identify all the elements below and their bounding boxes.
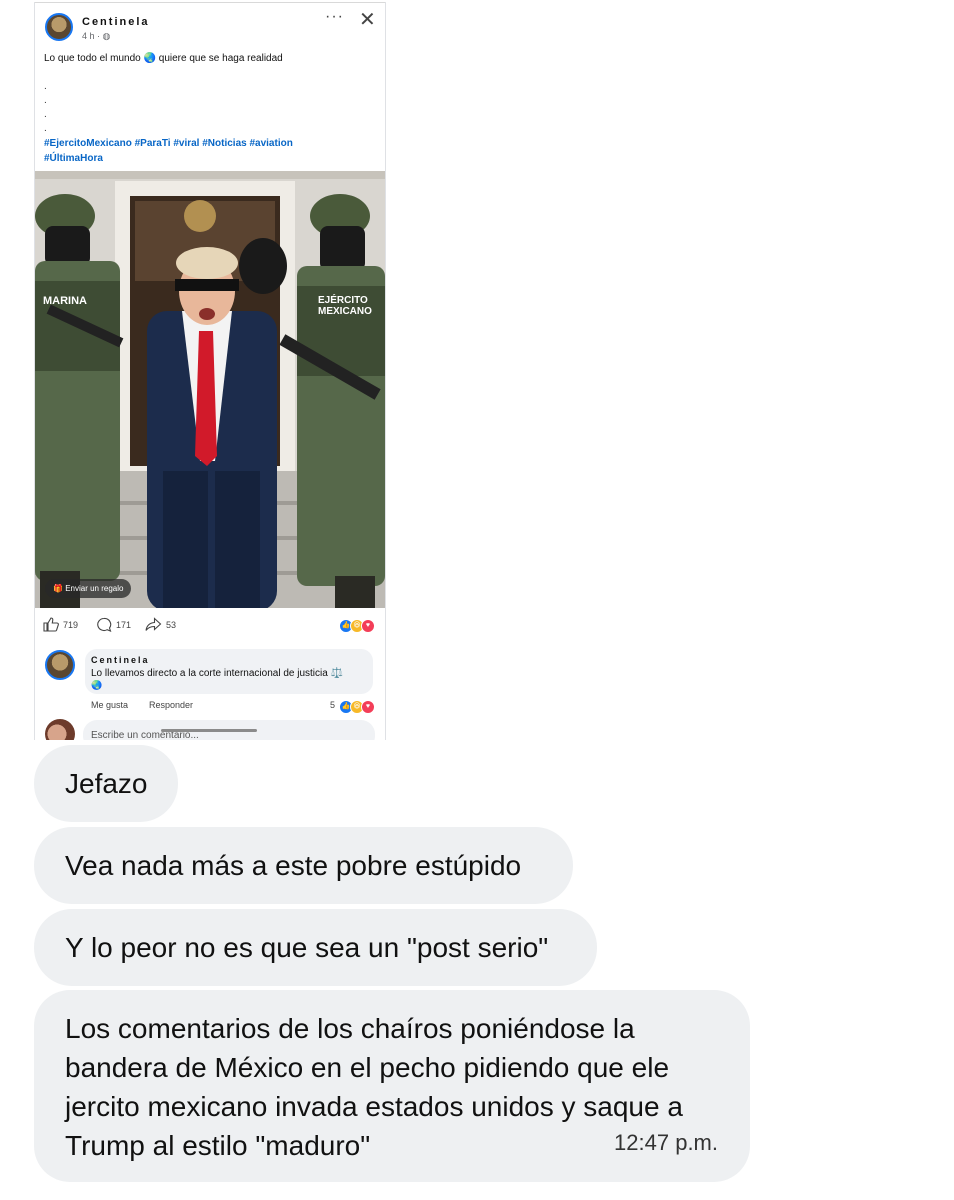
- message-text: Vea nada más a este pobre estúpido: [65, 850, 522, 881]
- comment-author-avatar[interactable]: [45, 650, 75, 680]
- like-count: 719: [63, 619, 79, 630]
- love-reaction-icon: ♥: [361, 619, 375, 633]
- earth-globe-emoji: 🌏: [91, 680, 103, 690]
- comment-action[interactable]: 171: [96, 617, 131, 633]
- love-reaction-icon: ♥: [361, 700, 375, 714]
- like-action[interactable]: 719: [43, 617, 78, 632]
- marina-patch: MARINA: [43, 295, 87, 307]
- hashtags-line-1[interactable]: #EjercitoMexicano #ParaTi #viral #Notici…: [44, 136, 364, 151]
- author-avatar[interactable]: [45, 13, 73, 41]
- current-user-avatar: [45, 719, 75, 740]
- comment-like-button[interactable]: Me gusta: [91, 700, 128, 710]
- more-options-icon[interactable]: ···: [325, 8, 344, 26]
- post-actions-bar: 719 171 53 👍 😆 ♥: [43, 617, 377, 635]
- comment-reactions[interactable]: 👍 😆 ♥: [339, 700, 375, 714]
- message-text: Jefazo: [65, 768, 148, 799]
- comment-bubble: Centinela Lo llevamos directo a la corte…: [85, 649, 373, 694]
- thumbs-up-icon: [43, 617, 59, 632]
- gift-icon: 🎁: [53, 584, 63, 593]
- message-timestamp: 12:47 p.m.: [614, 1130, 718, 1155]
- comment-count: 171: [116, 620, 132, 630]
- message-bubble[interactable]: Vea nada más a este pobre estúpido: [34, 827, 573, 904]
- hashtags-line-2[interactable]: #ÚltimaHora: [44, 151, 364, 166]
- post-time: 4 h · ◍: [82, 31, 111, 41]
- comment-author-name[interactable]: Centinela: [91, 655, 150, 665]
- message-bubble[interactable]: Jefazo: [34, 745, 178, 822]
- post-dots: . . . .: [44, 81, 47, 134]
- facebook-post-screenshot: Centinela 4 h · ◍ ··· ✕ Lo que todo el m…: [34, 2, 386, 740]
- comment-reaction-count: 5: [329, 700, 335, 710]
- reaction-summary[interactable]: 👍 😆 ♥: [339, 619, 375, 633]
- comment-text: Lo llevamos directo a la corte internaci…: [91, 668, 344, 679]
- share-action[interactable]: 53: [145, 617, 176, 632]
- message-bubble[interactable]: Los comentarios de los chaíros poniéndos…: [34, 990, 750, 1182]
- message-bubble[interactable]: Y lo peor no es que sea un "post serio": [34, 909, 597, 986]
- send-gift-button[interactable]: 🎁 Enviar un regalo: [45, 579, 132, 598]
- message-text: Y lo peor no es que sea un "post serio": [65, 932, 549, 963]
- post-hashtags[interactable]: #EjercitoMexicano #ParaTi #viral #Notici…: [44, 136, 364, 166]
- share-arrow-icon: [145, 617, 162, 631]
- close-icon[interactable]: ✕: [359, 7, 376, 32]
- scrollbar[interactable]: [161, 729, 257, 732]
- share-count: 53: [166, 619, 177, 630]
- ejercito-patch-line1: EJÉRCITO: [318, 293, 368, 306]
- post-caption: Lo que todo el mundo 🌏 quiere que se hag…: [44, 53, 283, 64]
- author-name[interactable]: Centinela: [82, 16, 150, 28]
- comment-bubble-icon: [97, 617, 112, 632]
- ejercito-patch-line2: MEXICANO: [318, 306, 372, 317]
- comment-reply-button[interactable]: Responder: [149, 700, 193, 710]
- divider: [35, 2, 385, 3]
- globe-icon: ◍: [102, 31, 111, 41]
- post-photo[interactable]: MARINA EJÉRCITO MEXICANO 🎁 Enviar un reg…: [35, 171, 385, 608]
